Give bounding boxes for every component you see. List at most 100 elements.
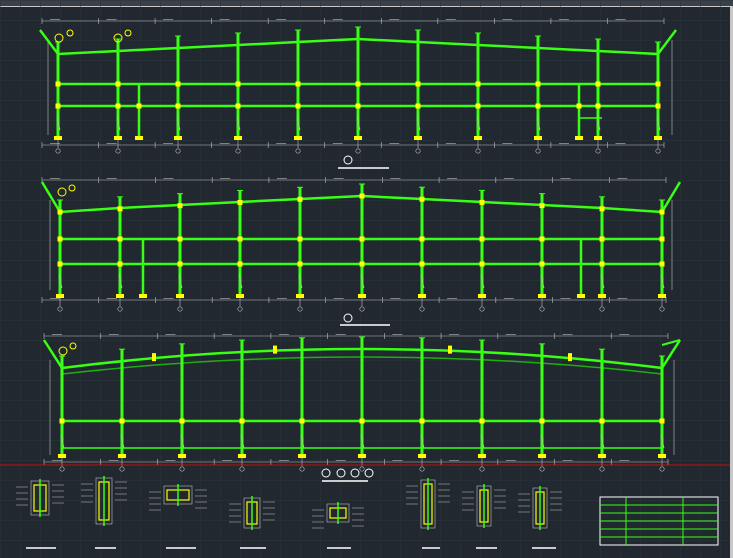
connection-node [659,261,665,267]
base-plate [418,294,426,298]
connection-node [539,236,545,242]
base-plate [418,454,426,458]
connection-node [595,103,601,109]
connection-node [355,103,361,109]
connection-node [359,236,365,242]
connection-node [419,261,425,267]
connection-node [237,261,243,267]
base-plate [294,136,302,140]
base-plate [658,294,666,298]
splice-plate [273,345,277,354]
connection-node [359,418,365,424]
base-plate [296,294,304,298]
base-plate [238,454,246,458]
splice-plate [568,353,572,362]
connection-node [655,103,661,109]
connection-node [119,418,125,424]
connection-node [117,236,123,242]
base-plate [176,294,184,298]
base-plate [658,454,666,458]
base-plate [478,294,486,298]
base-plate [58,454,66,458]
base-plate [598,454,606,458]
base-plate [178,454,186,458]
connection-node [136,103,142,109]
roof-node [419,196,425,202]
base-plate [118,454,126,458]
connection-node [659,236,665,242]
roof-node [359,193,365,199]
roof-node [599,206,605,212]
connection-node [355,81,361,87]
base-plate [358,454,366,458]
base-plate [654,136,662,140]
base-plate [474,136,482,140]
base-plate [358,294,366,298]
connection-node [235,103,241,109]
connection-node [475,103,481,109]
connection-node [297,261,303,267]
base-plate [174,136,182,140]
connection-node [415,81,421,87]
base-plate [575,136,583,140]
connection-node [475,81,481,87]
connection-node [539,261,545,267]
base-plate [116,294,124,298]
splice-plate [448,345,452,354]
base-plate [577,294,585,298]
base-plate [598,294,606,298]
connection-node [177,261,183,267]
connection-node [239,418,245,424]
roof-node [177,203,183,209]
connection-node [599,261,605,267]
base-plate [538,454,546,458]
base-plate [56,294,64,298]
connection-node [115,103,121,109]
connection-node [415,103,421,109]
connection-node [479,418,485,424]
connection-node [659,418,665,424]
connection-node [535,81,541,87]
roof-node [539,203,545,209]
base-plate [114,136,122,140]
connection-node [576,103,582,109]
connection-node [179,418,185,424]
connection-node [297,236,303,242]
connection-node [299,418,305,424]
roof-node [237,199,243,205]
connection-node [295,81,301,87]
connection-node [175,81,181,87]
connection-node [57,236,63,242]
base-plate [298,454,306,458]
connection-node [655,81,661,87]
base-plate [139,294,147,298]
connection-node [479,261,485,267]
base-plate [354,136,362,140]
connection-node [295,103,301,109]
roof-node [117,206,123,212]
connection-node [115,81,121,87]
connection-node [539,418,545,424]
connection-node [55,103,61,109]
connection-node [117,261,123,267]
base-plate [478,454,486,458]
roof-node [479,199,485,205]
base-plate [538,294,546,298]
splice-plate [152,353,156,362]
roof-node [297,196,303,202]
base-plate [594,136,602,140]
cad-viewport[interactable] [0,0,733,558]
roof-node [57,209,63,215]
base-plate [135,136,143,140]
connection-node [419,418,425,424]
connection-node [535,103,541,109]
base-plate [54,136,62,140]
connection-node [59,418,65,424]
connection-node [599,418,605,424]
connection-node [595,81,601,87]
connection-node [175,103,181,109]
connection-node [235,81,241,87]
base-plate [234,136,242,140]
connection-node [359,261,365,267]
connection-node [599,236,605,242]
